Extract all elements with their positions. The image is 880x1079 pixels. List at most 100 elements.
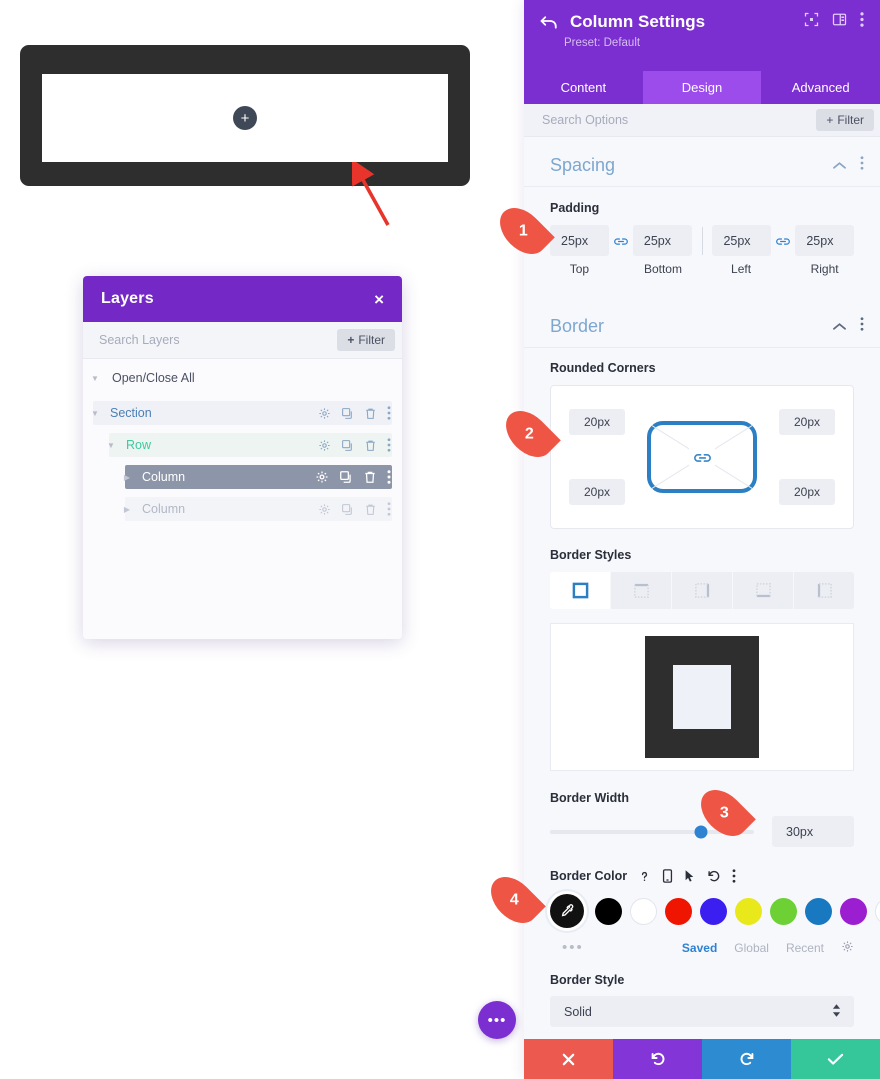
corner-top-right-input[interactable]: 20px	[779, 409, 835, 435]
layers-search-input[interactable]: Search Layers	[99, 333, 180, 347]
redo-button[interactable]	[702, 1039, 791, 1079]
tab-design[interactable]: Design	[642, 71, 762, 104]
chevron-right-icon[interactable]: ▶	[119, 473, 135, 482]
padding-bottom-input[interactable]: 25px	[632, 225, 692, 256]
canvas-inner-row[interactable]: +	[42, 74, 448, 162]
canvas-section-block[interactable]: +	[20, 45, 470, 186]
spacing-group-header[interactable]: Spacing	[524, 137, 880, 187]
more-options-icon[interactable]	[860, 12, 864, 32]
palette-tab-recent[interactable]: Recent	[786, 941, 824, 955]
corner-bottom-left-input[interactable]: 20px	[569, 479, 625, 505]
trash-icon[interactable]	[363, 470, 377, 484]
check-icon	[827, 1053, 844, 1065]
more-options-icon[interactable]	[860, 317, 864, 336]
padding-left-input[interactable]: 25px	[712, 225, 772, 256]
layer-row-column[interactable]: ▶ Column	[83, 497, 402, 521]
back-arrow-icon[interactable]	[540, 15, 558, 30]
swatch-black[interactable]	[595, 897, 622, 925]
swatch-white[interactable]	[630, 897, 657, 925]
search-options-input[interactable]: Search Options	[542, 113, 628, 127]
duplicate-icon[interactable]	[341, 407, 354, 420]
border-style-right-button[interactable]	[672, 572, 733, 609]
border-style-bottom-button[interactable]	[733, 572, 794, 609]
responsive-device-icon[interactable]	[662, 869, 673, 883]
border-style-select[interactable]: Solid	[550, 996, 854, 1027]
help-icon[interactable]	[638, 870, 651, 883]
chevron-right-icon[interactable]: ▶	[119, 505, 135, 514]
gear-icon[interactable]	[318, 503, 331, 516]
options-filter-label: Filter	[837, 113, 864, 127]
swatch-blue[interactable]	[805, 897, 832, 925]
swatch-yellow[interactable]	[735, 897, 762, 925]
chevron-down-icon: ▼	[91, 373, 99, 383]
hover-cursor-icon[interactable]	[684, 869, 696, 883]
more-options-icon[interactable]	[387, 406, 391, 420]
link-left-right-icon[interactable]	[771, 235, 795, 247]
layer-row-row[interactable]: ▼ Row	[83, 433, 402, 457]
save-button[interactable]	[791, 1039, 880, 1079]
add-module-button[interactable]: +	[233, 106, 257, 130]
options-filter-button[interactable]: + Filter	[816, 109, 874, 131]
gear-icon[interactable]	[318, 439, 331, 452]
chevron-down-icon[interactable]: ▼	[103, 441, 119, 450]
chevron-up-icon[interactable]	[833, 318, 846, 336]
close-icon[interactable]: ×	[374, 291, 384, 308]
more-options-icon[interactable]	[387, 438, 391, 452]
gear-icon[interactable]	[315, 470, 329, 484]
padding-top-label: Top	[569, 262, 590, 276]
tab-content[interactable]: Content	[524, 71, 643, 104]
border-style-left-button[interactable]	[794, 572, 854, 609]
more-colors-icon[interactable]: •••	[550, 939, 584, 956]
layers-filter-button[interactable]: + Filter	[337, 329, 395, 351]
tab-advanced[interactable]: Advanced	[761, 71, 880, 104]
palette-tab-global[interactable]: Global	[734, 941, 769, 955]
palette-tab-saved[interactable]: Saved	[682, 941, 717, 955]
slider-knob[interactable]	[694, 825, 708, 838]
layer-row-section[interactable]: ▼ Section	[83, 401, 402, 425]
duplicate-icon[interactable]	[341, 503, 354, 516]
cancel-button[interactable]	[524, 1039, 613, 1079]
fullscreen-icon[interactable]	[804, 12, 819, 32]
corner-top-left-input[interactable]: 20px	[569, 409, 625, 435]
corner-bottom-right-input[interactable]: 20px	[779, 479, 835, 505]
padding-top-input[interactable]: 25px	[550, 225, 609, 256]
swatch-transparent[interactable]	[875, 897, 880, 925]
chevron-down-icon[interactable]: ▼	[87, 409, 103, 418]
trash-icon[interactable]	[364, 439, 377, 452]
border-width-input[interactable]: 30px	[772, 816, 854, 847]
more-options-icon[interactable]	[387, 470, 391, 484]
open-close-all-row[interactable]: ▼ Open/Close All	[83, 366, 402, 390]
redo-icon	[740, 1052, 753, 1066]
border-bottom-icon	[755, 583, 771, 598]
link-corners-icon[interactable]	[689, 446, 715, 468]
trash-icon[interactable]	[364, 503, 377, 516]
duplicate-icon[interactable]	[341, 439, 354, 452]
settings-fab-button[interactable]: •••	[478, 1001, 516, 1039]
swatch-green[interactable]	[770, 897, 797, 925]
border-style-all-sides-button[interactable]	[550, 572, 611, 609]
padding-right-input[interactable]: 25px	[795, 225, 854, 256]
border-style-top-button[interactable]	[611, 572, 672, 609]
reset-icon[interactable]	[707, 869, 721, 883]
swatch-blue-violet[interactable]	[700, 897, 727, 925]
eyedropper-button[interactable]	[550, 894, 584, 928]
border-all-icon	[572, 582, 588, 599]
duplicate-icon[interactable]	[339, 470, 353, 484]
swatch-purple[interactable]	[840, 897, 867, 925]
more-options-icon[interactable]	[387, 502, 391, 516]
gear-icon[interactable]	[841, 940, 854, 956]
more-options-icon[interactable]	[732, 869, 736, 883]
trash-icon[interactable]	[364, 407, 377, 420]
undo-button[interactable]	[613, 1039, 702, 1079]
border-group-header[interactable]: Border	[524, 298, 880, 348]
layers-panel-header: Layers ×	[83, 276, 402, 322]
rounded-corners-preview[interactable]	[647, 421, 757, 493]
more-options-icon[interactable]	[860, 156, 864, 175]
swatch-red[interactable]	[665, 897, 692, 925]
preset-dropdown[interactable]: Preset: Default	[564, 37, 864, 49]
link-top-bottom-icon[interactable]	[609, 235, 633, 247]
chevron-up-icon[interactable]	[833, 157, 846, 175]
gear-icon[interactable]	[318, 407, 331, 420]
layer-row-column-selected[interactable]: ▶ Column	[83, 465, 402, 489]
layout-panel-icon[interactable]	[832, 12, 847, 32]
